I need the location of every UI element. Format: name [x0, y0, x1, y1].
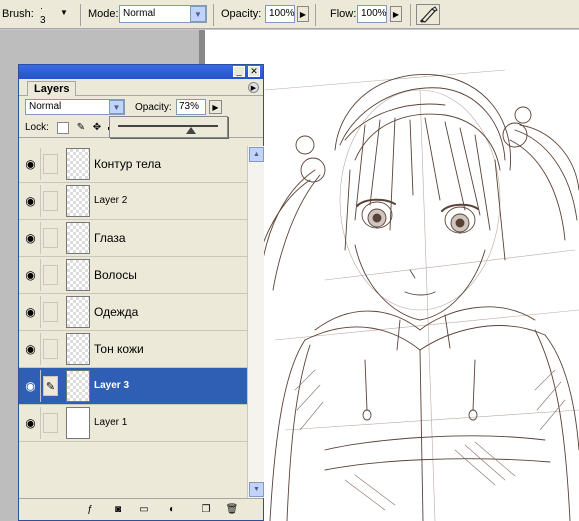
tab-layers[interactable]: Layers	[27, 81, 77, 96]
layer-link-box[interactable]	[43, 191, 58, 211]
add-mask-icon[interactable]: ◙	[111, 503, 125, 517]
layer-name: Layer 3	[94, 380, 130, 391]
layer-thumbnail	[66, 370, 90, 402]
layers-list: ◉ Контур тела ◉ Layer 2 ◉ Глаза ◉ Волосы…	[19, 146, 247, 498]
visibility-eye-icon[interactable]: ◉	[21, 148, 41, 180]
brush-preview-dot[interactable]: ·	[40, 3, 43, 13]
layer-name: Волосы	[94, 268, 137, 282]
brush-picker-arrow-icon[interactable]: ▼	[60, 8, 68, 17]
layer-name: Layer 1	[94, 417, 128, 428]
lock-transparency-icon[interactable]	[57, 122, 69, 134]
layer-link-box[interactable]	[43, 154, 58, 174]
flow-input[interactable]: 100%	[357, 5, 387, 23]
layer-row[interactable]: ◉ Глаза	[19, 220, 247, 257]
scroll-down-icon[interactable]: ▼	[249, 482, 264, 497]
new-layer-icon[interactable]: ❐	[199, 503, 213, 517]
opacity-label: Opacity:	[221, 8, 262, 20]
layer-row-selected[interactable]: ◉ ✎ Layer 3	[19, 368, 247, 405]
layer-name: Контур тела	[94, 157, 162, 171]
brush-size-value[interactable]: 3	[40, 15, 46, 26]
layer-style-icon[interactable]: ƒ	[83, 503, 97, 517]
visibility-eye-icon[interactable]: ◉	[21, 259, 41, 291]
layer-thumbnail	[66, 148, 90, 180]
mode-label: Mode:	[88, 8, 119, 20]
layer-link-box[interactable]	[43, 265, 58, 285]
options-bar: Brush: · 3 ▼ Mode: Normal ▼ Opacity: 100…	[0, 0, 579, 29]
separator	[80, 4, 81, 26]
layer-row[interactable]: ◉ Layer 2	[19, 183, 247, 220]
close-icon[interactable]: ✕	[248, 66, 260, 77]
palette-titlebar[interactable]: _ ✕	[19, 65, 263, 79]
lock-position-move-icon[interactable]: ✥	[91, 122, 103, 134]
palette-tab-row: Layers ▶	[19, 79, 263, 96]
palette-menu-icon[interactable]: ▶	[248, 82, 259, 93]
layer-name: Тон кожи	[94, 342, 144, 356]
layer-thumbnail	[66, 259, 90, 291]
visibility-eye-icon[interactable]: ◉	[21, 185, 41, 217]
opacity-input[interactable]: 100%	[265, 5, 295, 23]
trash-icon[interactable]: 🗑	[225, 503, 239, 517]
layer-thumbnail	[66, 185, 90, 217]
layer-row[interactable]: ◉ Тон кожи	[19, 331, 247, 368]
palette-bottom-toolbar: ƒ ◙ ▭ ◐ ❐ 🗑	[19, 498, 263, 520]
layer-opacity-input[interactable]: 73%	[176, 99, 206, 115]
brush-edit-icon[interactable]: ✎	[43, 376, 58, 396]
opacity-slider-track[interactable]	[118, 125, 218, 127]
layers-scrollbar[interactable]: ▲ ▼	[247, 146, 264, 498]
layer-thumbnail	[66, 222, 90, 254]
layer-name: Глаза	[94, 231, 126, 245]
separator	[410, 4, 411, 26]
layer-row[interactable]: ◉ Волосы	[19, 257, 247, 294]
layers-palette: _ ✕ Layers ▶ Normal ▼ Opacity: 73% ▶ Loc…	[18, 64, 264, 521]
visibility-eye-icon[interactable]: ◉	[21, 333, 41, 365]
layer-thumbnail	[66, 333, 90, 365]
opacity-slider-popup[interactable]	[109, 116, 228, 138]
visibility-eye-icon[interactable]: ◉	[21, 407, 41, 439]
layer-row[interactable]: ◉ Контур тела	[19, 146, 247, 183]
flow-label: Flow:	[330, 8, 357, 20]
layer-thumbnail	[66, 407, 90, 439]
brush-label: Brush:	[2, 8, 34, 20]
layer-opacity-label: Opacity:	[135, 102, 172, 113]
layer-link-box[interactable]	[43, 302, 58, 322]
airbrush-icon[interactable]	[416, 4, 440, 25]
adjustment-layer-icon[interactable]: ◐	[165, 503, 179, 517]
layer-row[interactable]: ◉ Одежда	[19, 294, 247, 331]
opacity-slider-thumb[interactable]	[186, 127, 196, 134]
minimize-icon[interactable]: _	[233, 66, 245, 77]
opacity-slider-arrow-icon[interactable]: ▶	[297, 6, 309, 22]
layer-link-box[interactable]	[43, 413, 58, 433]
blend-mode-dropdown-icon[interactable]: ▼	[109, 100, 124, 114]
visibility-eye-icon[interactable]: ◉	[21, 370, 41, 402]
blend-row: Normal ▼ Opacity: 73% ▶	[19, 96, 263, 118]
visibility-eye-icon[interactable]: ◉	[21, 222, 41, 254]
lock-paint-brush-icon[interactable]: ✎	[75, 122, 87, 134]
separator	[213, 4, 214, 26]
layer-name: Одежда	[94, 305, 139, 319]
layer-name: Layer 2	[94, 195, 128, 206]
layer-row[interactable]: ◉ Layer 1	[19, 405, 247, 442]
lock-label: Lock:	[25, 122, 49, 133]
new-group-folder-icon[interactable]: ▭	[137, 503, 151, 517]
layer-link-box[interactable]	[43, 339, 58, 359]
flow-slider-arrow-icon[interactable]: ▶	[390, 6, 402, 22]
scroll-up-icon[interactable]: ▲	[249, 147, 264, 162]
layer-opacity-arrow-icon[interactable]: ▶	[209, 100, 222, 114]
mode-dropdown-icon[interactable]: ▼	[190, 6, 206, 22]
separator	[315, 4, 316, 26]
layer-link-box[interactable]	[43, 228, 58, 248]
layer-thumbnail	[66, 296, 90, 328]
visibility-eye-icon[interactable]: ◉	[21, 296, 41, 328]
